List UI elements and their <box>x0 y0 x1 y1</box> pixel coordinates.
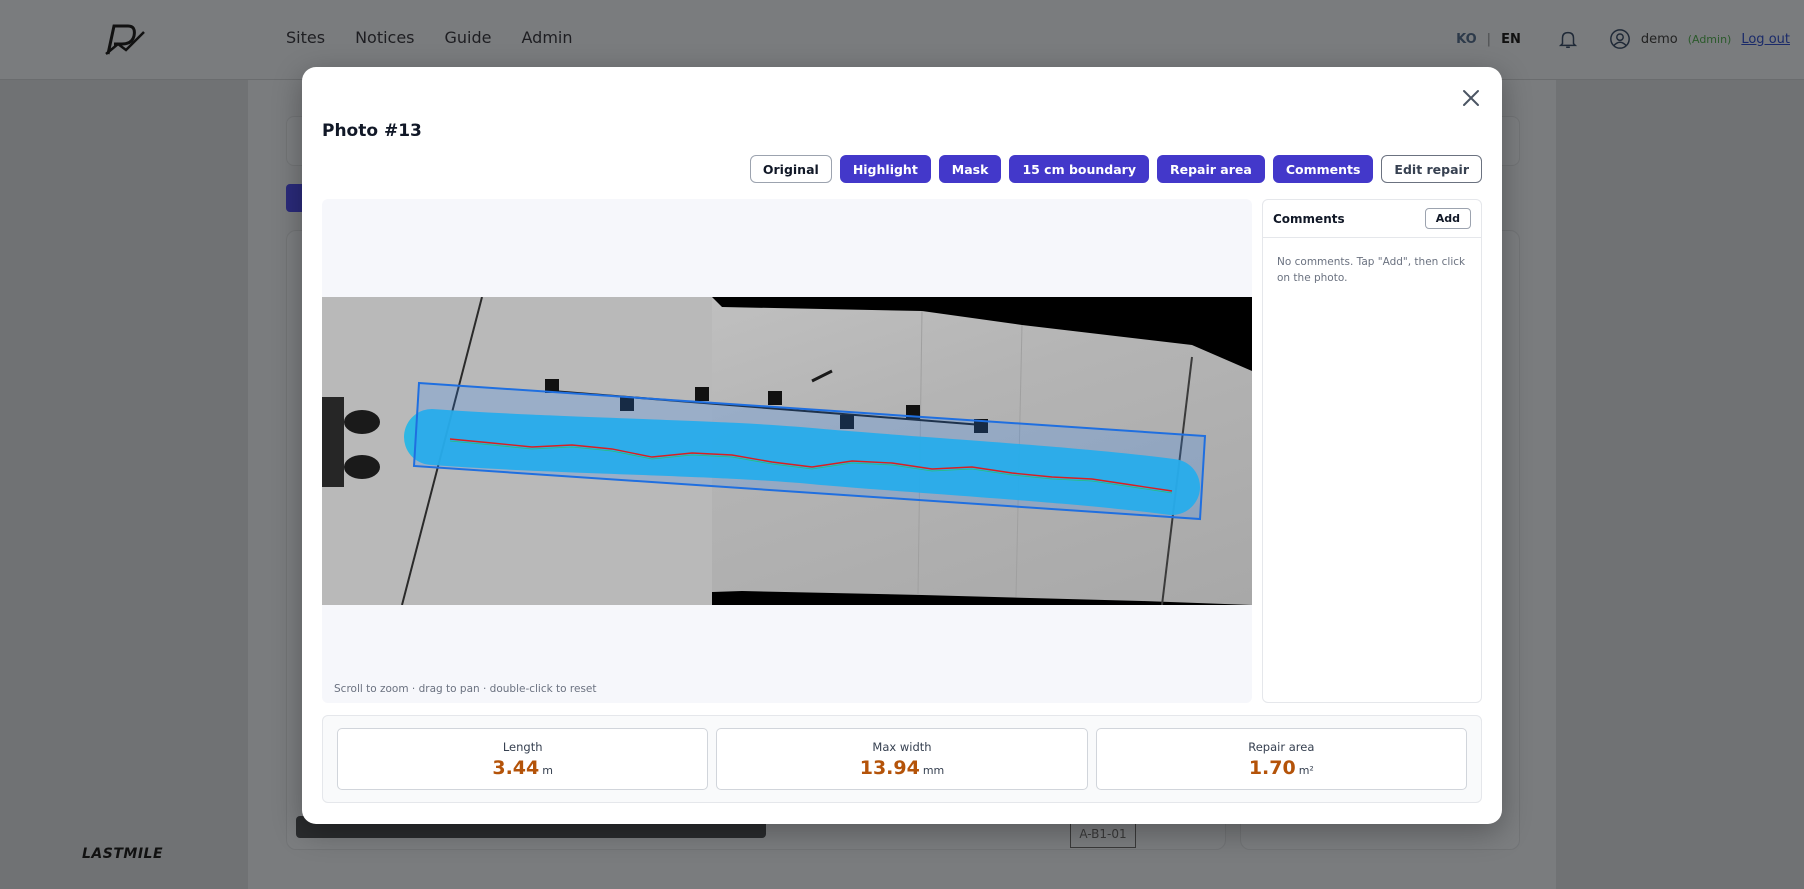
lang-separator: | <box>1486 31 1492 47</box>
comments-toggle-button[interactable]: Comments <box>1272 155 1374 183</box>
stat-number: 1.70 <box>1248 756 1296 779</box>
original-button[interactable]: Original <box>749 155 832 183</box>
lang-en[interactable]: EN <box>1501 32 1521 47</box>
stat-max-width: Max width 13.94 mm <box>716 728 1088 790</box>
stat-value: 13.94 mm <box>860 757 945 779</box>
modal-title: Photo #13 <box>322 121 422 141</box>
app-logo[interactable] <box>100 22 150 58</box>
main-nav: Sites Notices Guide Admin <box>286 28 573 47</box>
stat-value: 3.44 m <box>492 757 553 779</box>
stat-number: 3.44 <box>492 756 540 779</box>
highlight-button[interactable]: Highlight <box>839 155 931 183</box>
nav-notices[interactable]: Notices <box>355 28 414 47</box>
measurement-stats: Length 3.44 m Max width 13.94 mm Repair ar… <box>322 715 1482 803</box>
stat-number: 13.94 <box>859 756 920 779</box>
nav-guide[interactable]: Guide <box>445 28 492 47</box>
mask-button[interactable]: Mask <box>938 155 1002 183</box>
user-role: (Admin) <box>1687 32 1732 46</box>
stat-unit: mm <box>922 763 945 777</box>
comments-header: Comments Add <box>1263 200 1481 238</box>
comments-panel: Comments Add No comments. Tap "Add", the… <box>1262 199 1482 703</box>
add-comment-button[interactable]: Add <box>1424 208 1471 229</box>
stat-label: Max width <box>872 739 932 754</box>
crack-photo[interactable] <box>322 297 1252 605</box>
close-icon <box>1463 90 1479 106</box>
comments-empty-state: No comments. Tap "Add", then click on th… <box>1277 256 1466 284</box>
stat-label: Length <box>502 739 543 754</box>
lang-ko[interactable]: KO <box>1456 32 1477 47</box>
comments-title: Comments <box>1273 211 1345 226</box>
photo-viewer[interactable]: Scroll to zoom · drag to pan · double-cl… <box>322 199 1252 703</box>
photo-modal: Photo #13 Original Highlight Mask 15 cm … <box>302 67 1502 824</box>
stat-unit: m² <box>1298 763 1314 777</box>
edit-repair-button[interactable]: Edit repair <box>1381 155 1482 183</box>
nav-admin[interactable]: Admin <box>522 28 573 47</box>
header-right: KO | EN demo (Admin) Log out <box>1456 28 1790 50</box>
stat-repair-area: Repair area 1.70 m² <box>1095 728 1467 790</box>
close-button[interactable] <box>1456 83 1486 113</box>
bell-icon[interactable] <box>1557 28 1579 50</box>
user-avatar-icon[interactable] <box>1609 28 1631 50</box>
footer-brand: LASTMILE <box>82 846 164 862</box>
user-name: demo <box>1640 31 1678 47</box>
boundary-button[interactable]: 15 cm boundary <box>1009 155 1149 183</box>
repair-area-button[interactable]: Repair area <box>1157 155 1265 183</box>
stat-label: Repair area <box>1248 739 1315 754</box>
viewer-hint: Scroll to zoom · drag to pan · double-cl… <box>334 683 597 695</box>
logout-link[interactable]: Log out <box>1741 32 1790 47</box>
stat-unit: m <box>542 763 553 777</box>
nav-sites[interactable]: Sites <box>286 28 325 47</box>
stat-length: Length 3.44 m <box>337 728 709 790</box>
stat-value: 1.70 m² <box>1249 757 1314 779</box>
view-toolbar: Original Highlight Mask 15 cm boundary R… <box>749 155 1482 183</box>
